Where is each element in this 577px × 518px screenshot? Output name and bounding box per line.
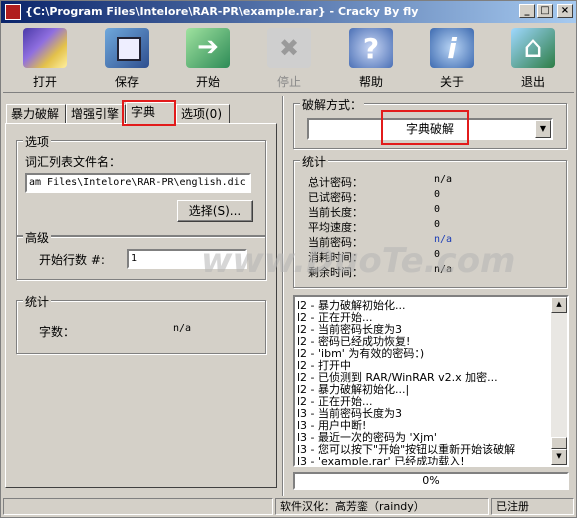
log-output[interactable]: l2 - 暴力破解初始化... l2 - 正在开始... l2 - 当前密码长度… bbox=[293, 295, 569, 467]
log-scrollbar[interactable]: ▲ ▼ bbox=[551, 297, 567, 465]
arrow-right-icon bbox=[186, 28, 230, 68]
window-controls: _ □ × bbox=[519, 4, 573, 18]
main-window: {C:\Program Files\Intelore\RAR-PR\exampl… bbox=[0, 0, 577, 518]
close-button[interactable]: × bbox=[557, 4, 573, 18]
tab-brute-force[interactable]: 暴力破解 bbox=[6, 104, 66, 124]
progress-bar: 0% bbox=[293, 472, 569, 490]
panel-divider bbox=[282, 96, 284, 496]
wordlist-label: 词汇列表文件名： bbox=[25, 155, 122, 169]
about-label: 关于 bbox=[439, 75, 464, 89]
tab-options[interactable]: 选项(0) bbox=[176, 104, 230, 124]
start-line-label: 开始行数 #: bbox=[39, 253, 105, 267]
open-archive-icon bbox=[23, 28, 67, 68]
chevron-down-icon[interactable]: ▼ bbox=[535, 120, 551, 138]
options-group: 选项 词汇列表文件名： am Files\Intelore\RAR-PR\eng… bbox=[16, 133, 266, 236]
home-exit-icon bbox=[511, 28, 555, 68]
stat-value: 0 bbox=[434, 219, 441, 230]
help-button[interactable]: 帮助 bbox=[341, 25, 401, 91]
status-cell-empty bbox=[3, 498, 273, 515]
stat-row: 当前长度： 0 bbox=[308, 204, 568, 219]
crack-stats-title: 统计 bbox=[300, 153, 329, 170]
open-button[interactable]: 打开 bbox=[15, 25, 75, 91]
toolbar: 打开 保存 开始 停止 帮助 关于 退出 bbox=[3, 25, 574, 93]
status-bar: 软件汉化：高芳銮（raindy） 已注册 bbox=[3, 498, 574, 516]
exit-label: 退出 bbox=[520, 75, 545, 89]
start-label: 开始 bbox=[195, 75, 220, 89]
exit-button[interactable]: 退出 bbox=[503, 25, 563, 91]
scroll-up-icon[interactable]: ▲ bbox=[551, 297, 567, 313]
word-count-label: 字数： bbox=[39, 325, 76, 339]
window-title: {C:\Program Files\Intelore\RAR-PR\exampl… bbox=[25, 5, 419, 18]
stop-label: 停止 bbox=[276, 75, 301, 89]
minimize-button[interactable]: _ bbox=[519, 4, 535, 18]
open-label: 打开 bbox=[32, 75, 57, 89]
tab-enhanced-engine[interactable]: 增强引擎 bbox=[66, 104, 126, 124]
advanced-group-title: 高级 bbox=[23, 229, 52, 246]
title-bar[interactable]: {C:\Program Files\Intelore\RAR-PR\exampl… bbox=[1, 1, 576, 23]
wordlist-path-field[interactable]: am Files\Intelore\RAR-PR\english.dic bbox=[25, 173, 251, 193]
stat-key: 当前长度： bbox=[308, 206, 363, 219]
method-highlight-box bbox=[381, 110, 469, 145]
stat-row: 已试密码： 0 bbox=[308, 189, 568, 204]
help-label: 帮助 bbox=[358, 75, 383, 89]
scroll-down-icon[interactable]: ▼ bbox=[551, 449, 567, 465]
stop-x-icon bbox=[267, 28, 311, 68]
floppy-disk-icon bbox=[105, 28, 149, 68]
stop-button[interactable]: 停止 bbox=[259, 25, 319, 91]
wordlist-stats-group: 统计 字数： n/a bbox=[16, 293, 266, 354]
stat-value: n/a bbox=[434, 174, 453, 185]
stat-key: 总计密码： bbox=[308, 176, 363, 189]
start-button[interactable]: 开始 bbox=[178, 25, 238, 91]
maximize-button[interactable]: □ bbox=[537, 4, 553, 18]
progress-text: 0% bbox=[422, 474, 440, 487]
status-registered: 已注册 bbox=[491, 498, 574, 515]
wordlist-stats-title: 统计 bbox=[23, 293, 52, 310]
tab-highlight-box bbox=[122, 100, 176, 126]
options-group-title: 选项 bbox=[23, 133, 52, 150]
stat-row: 平均速度： 0 bbox=[308, 219, 568, 234]
app-icon bbox=[5, 4, 21, 20]
stat-value: 0 bbox=[434, 189, 441, 200]
scroll-thumb[interactable] bbox=[551, 437, 567, 449]
about-button[interactable]: 关于 bbox=[422, 25, 482, 91]
crack-panel: 破解方式： 字典破解 ▼ 统计 总计密码： n/a 已试密码： 0 当前长度： … bbox=[289, 96, 573, 496]
dictionary-tab-panel: 选项 词汇列表文件名： am Files\Intelore\RAR-PR\eng… bbox=[5, 123, 277, 488]
stat-row: 总计密码： n/a bbox=[308, 174, 568, 189]
save-label: 保存 bbox=[114, 75, 139, 89]
watermark-logo: www.DuoTe.com bbox=[201, 241, 515, 281]
question-mark-icon bbox=[349, 28, 393, 68]
stat-key: 平均速度： bbox=[308, 221, 363, 234]
crack-method-label: 破解方式： bbox=[300, 96, 365, 113]
watermark-text: www.DuoTe.com bbox=[201, 241, 516, 281]
select-file-button[interactable]: 选择(S)... bbox=[177, 200, 253, 222]
stat-value: 0 bbox=[434, 204, 441, 215]
word-count-value: n/a bbox=[173, 323, 192, 334]
save-button[interactable]: 保存 bbox=[97, 25, 157, 91]
stat-key: 已试密码： bbox=[308, 191, 363, 204]
info-icon bbox=[430, 28, 474, 68]
status-translator: 软件汉化：高芳銮（raindy） bbox=[275, 498, 489, 515]
log-line: l3 - 'example.rar' 已经成功载入! bbox=[297, 455, 465, 467]
